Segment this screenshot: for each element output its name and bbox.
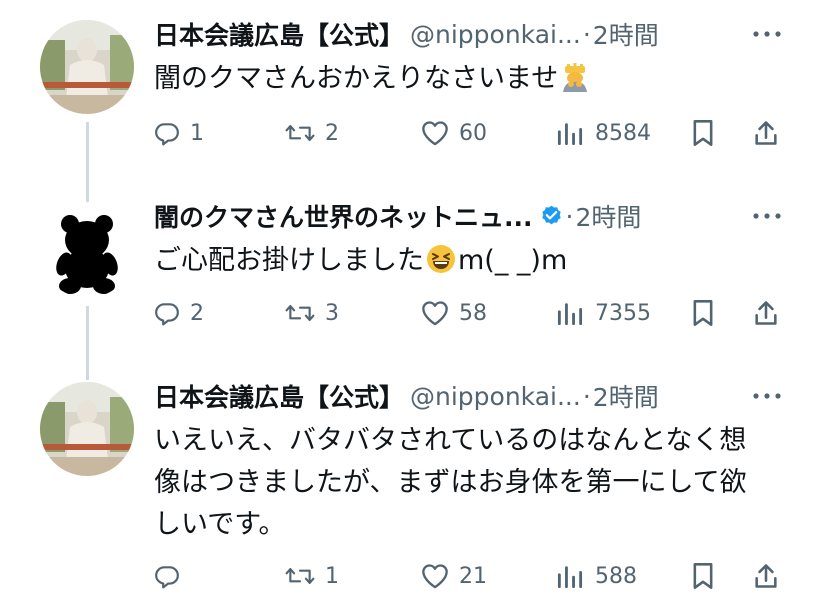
tweet-header: 日本会議広島【公式】 @nipponkai... · 2時間 — [154, 14, 828, 54]
avatar[interactable] — [40, 382, 134, 476]
tweet-actions: 1 2 60 8584 — [154, 113, 828, 153]
profile-photo-icon — [40, 382, 134, 476]
like-button[interactable]: 21 — [421, 556, 487, 596]
views-count: 7355 — [595, 300, 651, 326]
timestamp[interactable]: 2時間 — [593, 16, 659, 52]
thread-line — [86, 306, 89, 370]
reply-icon — [155, 123, 179, 146]
like-count: 58 — [459, 300, 487, 326]
share-icon — [755, 121, 777, 145]
display-name[interactable]: 日本会議広島【公式】 — [154, 378, 404, 414]
views-button[interactable]: 588 — [555, 556, 637, 596]
retweet-icon — [285, 304, 315, 322]
views-button[interactable]: 7355 — [555, 293, 651, 333]
views-icon — [557, 303, 583, 326]
display-name[interactable]: 闇のクマさん世界のネットニュ... — [154, 198, 533, 234]
heart-icon — [422, 121, 448, 146]
share-button[interactable] — [752, 113, 780, 153]
tweet-text-after-emoji: m(_ _)m — [458, 245, 568, 276]
views-count: 8584 — [595, 120, 651, 146]
separator: · — [565, 201, 574, 231]
retweet-icon — [285, 124, 315, 142]
views-icon — [557, 123, 583, 146]
verified-badge-icon — [539, 204, 564, 229]
timestamp[interactable]: 2時間 — [593, 378, 659, 414]
avatar[interactable] — [40, 204, 134, 298]
tweet-1[interactable]: 日本会議広島【公式】 @nipponkai... · 2時間 闇のクマさんおかえ… — [0, 0, 828, 194]
tweet-text-content: 闇のクマさんおかえりなさいませ — [154, 63, 559, 94]
tweet-header: 日本会議広島【公式】 @nipponkai... · 2時間 — [154, 376, 828, 416]
user-handle[interactable]: @nipponkai... — [410, 382, 581, 411]
more-icon[interactable] — [750, 22, 784, 46]
share-icon — [755, 301, 777, 325]
tweet-text: いえいえ、バタバタされているのはなんとなく想像はつきましたが、まずはお身体を第一… — [154, 425, 747, 540]
grinning-squinting-face-emoji — [426, 244, 456, 274]
black-teddy-bear-icon — [40, 204, 134, 298]
views-count: 588 — [595, 563, 637, 589]
tweet-actions: 1 21 588 — [154, 556, 828, 596]
retweet-count: 2 — [325, 120, 339, 146]
avatar[interactable] — [40, 20, 134, 114]
share-button[interactable] — [752, 293, 780, 333]
display-name[interactable]: 日本会議広島【公式】 — [154, 16, 404, 52]
reply-count: 1 — [190, 120, 204, 146]
like-button[interactable]: 60 — [421, 113, 487, 153]
retweet-button[interactable]: 3 — [285, 293, 339, 333]
tweet-text: ご心配お掛けしました m(_ _)m — [154, 240, 794, 282]
separator: · — [582, 381, 591, 411]
bookmark-button[interactable] — [691, 293, 715, 333]
heart-icon — [422, 564, 448, 589]
timestamp[interactable]: 2時間 — [575, 198, 641, 234]
reply-button[interactable] — [154, 556, 190, 596]
retweet-button[interactable]: 2 — [285, 113, 339, 153]
retweet-icon — [285, 567, 315, 585]
retweet-count: 3 — [325, 300, 339, 326]
share-button[interactable] — [752, 556, 780, 596]
reply-button[interactable]: 1 — [154, 113, 204, 153]
share-icon — [755, 564, 777, 588]
retweet-button[interactable]: 1 — [285, 556, 339, 596]
tweet-text: 闇のクマさんおかえりなさいませ — [154, 58, 794, 100]
separator: · — [582, 19, 591, 49]
more-icon[interactable] — [750, 384, 784, 408]
heart-icon — [422, 301, 448, 326]
reply-icon — [155, 303, 179, 326]
thread-line — [86, 370, 89, 380]
thread-line — [86, 122, 89, 194]
retweet-count: 1 — [325, 563, 339, 589]
reply-button[interactable]: 2 — [154, 293, 204, 333]
bookmark-icon — [693, 300, 713, 326]
tweet-2[interactable]: 闇のクマさん世界のネットニュ... · 2時間 ご心配お掛けしました m(_ _)… — [0, 190, 828, 370]
bookmark-icon — [693, 120, 713, 146]
like-button[interactable]: 58 — [421, 293, 487, 333]
tweet-text-before-emoji: ご心配お掛けしました — [154, 245, 424, 276]
like-count: 60 — [459, 120, 487, 146]
bookmark-button[interactable] — [691, 556, 715, 596]
views-button[interactable]: 8584 — [555, 113, 651, 153]
tweet-header: 闇のクマさん世界のネットニュ... · 2時間 — [154, 196, 828, 236]
reply-count: 2 — [190, 300, 204, 326]
like-count: 21 — [459, 563, 487, 589]
bookmark-button[interactable] — [691, 113, 715, 153]
tweet-actions: 2 3 58 7355 — [154, 293, 828, 333]
thread-line — [86, 190, 89, 202]
person-bowing-emoji — [560, 62, 590, 92]
profile-photo-icon — [40, 20, 134, 114]
bookmark-icon — [693, 563, 713, 589]
views-icon — [557, 566, 583, 589]
tweet-3[interactable]: 日本会議広島【公式】 @nipponkai... · 2時間 いえいえ、バタバタ… — [0, 370, 828, 611]
more-icon[interactable] — [750, 204, 784, 228]
reply-icon — [155, 566, 179, 589]
user-handle[interactable]: @nipponkai... — [410, 20, 581, 49]
